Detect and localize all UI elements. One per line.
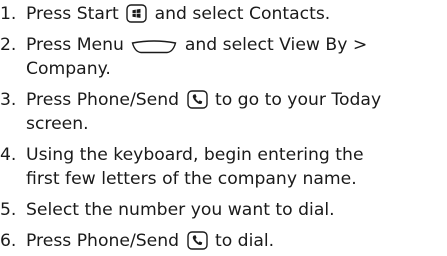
menu-softkey-icon [131, 40, 177, 54]
step-text: Using the keyboard, begin entering the [26, 145, 364, 165]
step-number: 1. [0, 4, 17, 24]
step-text-continued: screen. [26, 114, 89, 134]
step-text: Press Phone/Send [26, 231, 180, 251]
start-button-icon [126, 4, 147, 23]
step-text: to go to your Today [214, 90, 382, 110]
phone-send-icon [186, 90, 208, 109]
step-5: 5. Select the number you want to dial. [0, 198, 447, 222]
phone-send-icon [186, 231, 208, 250]
step-text: and select View By > [184, 35, 368, 55]
step-2: 2. Press Menu and select View By > Compa… [0, 33, 447, 81]
step-number: 4. [0, 145, 17, 165]
step-text: to dial. [214, 231, 275, 251]
step-text: Press Menu [26, 35, 124, 55]
step-text-continued: first few letters of the company name. [26, 169, 357, 189]
instruction-list: 1. Press Start and select Contacts. 2. P… [0, 0, 447, 253]
step-text: Select the number you want to dial. [26, 200, 335, 220]
step-text-continued: Company. [26, 59, 111, 79]
step-text: Press Start [26, 4, 119, 24]
step-number: 3. [0, 90, 17, 110]
step-6: 6. Press Phone/Send to dial. [0, 229, 447, 253]
step-number: 6. [0, 231, 17, 251]
step-1: 1. Press Start and select Contacts. [0, 2, 447, 26]
step-4: 4. Using the keyboard, begin entering th… [0, 143, 447, 191]
step-number: 2. [0, 35, 17, 55]
step-number: 5. [0, 200, 17, 220]
step-3: 3. Press Phone/Send to go to your Today … [0, 88, 447, 136]
step-text: Press Phone/Send [26, 90, 180, 110]
step-text: and select Contacts. [154, 4, 331, 24]
